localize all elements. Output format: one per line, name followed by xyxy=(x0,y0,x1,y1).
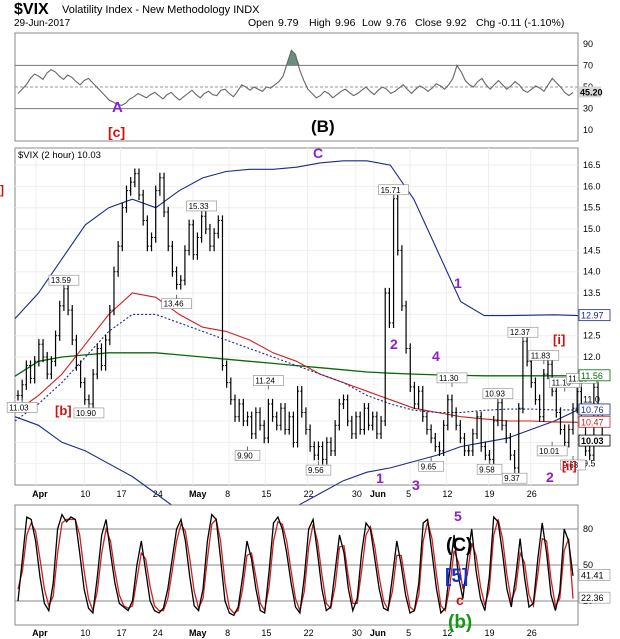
wave-label-stoch-5: 5 xyxy=(454,508,462,524)
price-tick-label: 15.0 xyxy=(583,224,601,234)
price-label: 9.65 xyxy=(421,462,437,471)
stochastic-x-tick-label: 15 xyxy=(261,628,271,638)
wave-label-1b: 1 xyxy=(454,275,462,291)
price-tick-label: 13.5 xyxy=(583,288,601,298)
stochastic-x-tick-label: 5 xyxy=(406,628,411,638)
wave-label-left-bracket: ] xyxy=(0,183,4,197)
price-label: 9.90 xyxy=(237,452,253,461)
vix-chart: 90 70 50 30 10 45.20 16.5 16.0 15.5 15.0 14.5 14.0 1… xyxy=(0,32,611,638)
stochastic-x-tick-label: Jun xyxy=(370,628,386,638)
price-label: 11.03 xyxy=(9,403,29,412)
stochastic-x-tick-label: 17 xyxy=(117,628,127,638)
price-label: 9.56 xyxy=(308,466,324,475)
price-x-tick-label: 26 xyxy=(527,489,537,499)
right-price-label: 10.03 xyxy=(581,436,604,446)
wave-label-2a: 2 xyxy=(390,336,398,352)
right-price-label: 10.47 xyxy=(581,417,604,427)
wave-label-4a: 4 xyxy=(432,348,440,364)
price-x-tick-label: Jun xyxy=(370,489,386,499)
price-x-tick-label: 12 xyxy=(442,489,452,499)
price-label: 11.83 xyxy=(531,351,551,360)
price-tick-label: 16.5 xyxy=(583,160,601,170)
price-label: 13.46 xyxy=(164,300,185,309)
price-tick-label: 15.5 xyxy=(583,203,601,213)
stochastic-x-tick-label: 8 xyxy=(225,628,230,638)
price-label: 11.24 xyxy=(255,376,275,385)
right-price-label: 12.97 xyxy=(581,311,604,321)
stochastic-x-tick-label: 24 xyxy=(153,628,163,638)
rsi-tick-label: 90 xyxy=(583,39,593,49)
price-label: 15.71 xyxy=(381,186,402,195)
stochastic-x-tick-label: Apr xyxy=(32,628,48,638)
rsi-tick-label: 10 xyxy=(583,125,593,135)
wave-label-stoch-b: (b) xyxy=(448,612,472,633)
wave-label-2b: 2 xyxy=(546,469,554,485)
price-panel-title: $VIX (2 hour) 10.03 xyxy=(18,150,101,161)
wave-label-stoch-5-bracket: [5] xyxy=(445,566,468,587)
price-x-tick-label: 5 xyxy=(406,489,411,499)
price-tick-label: 14.5 xyxy=(583,245,601,255)
rsi-tick-label: 30 xyxy=(583,104,593,114)
price-tick-label: 12.0 xyxy=(583,352,601,362)
price-tick-label: 16.0 xyxy=(583,181,601,191)
price-x-tick-label: 30 xyxy=(352,489,362,499)
wave-label-ii: [ii] xyxy=(562,459,577,473)
stochastic-x-tick-label: 30 xyxy=(352,628,362,638)
right-price-label: 10.76 xyxy=(581,405,604,415)
stochastic-x-tick-label: May xyxy=(189,628,207,638)
stochastic-tick-label: 80 xyxy=(583,524,593,534)
wave-label-c-bracket: [c] xyxy=(108,124,125,140)
rsi-tick-label: 70 xyxy=(583,60,593,70)
stochastic-tick-label: 50 xyxy=(583,560,593,570)
wave-label-stoch-c: c xyxy=(456,592,464,608)
price-x-tick-label: 19 xyxy=(485,489,495,499)
wave-label-C: C xyxy=(313,145,323,161)
price-label: 9.58 xyxy=(479,465,495,474)
rsi-last-label: 45.20 xyxy=(580,87,603,97)
price-x-tick-label: 8 xyxy=(225,489,230,499)
stochastic-x-tick-label: 22 xyxy=(304,628,314,638)
price-x-tick-label: 10 xyxy=(80,489,90,499)
wave-label-1a: 1 xyxy=(376,470,384,486)
wave-label-i: [i] xyxy=(553,332,565,347)
price-tick-label: 12.5 xyxy=(583,331,601,341)
price-label: 11.30 xyxy=(439,374,459,383)
price-label: 10.93 xyxy=(485,390,506,399)
wave-label-A: A xyxy=(112,99,123,116)
price-tick-label: 11.0 xyxy=(583,395,600,405)
price-x-tick-label: Apr xyxy=(32,489,48,499)
price-x-tick-label: 17 xyxy=(117,489,127,499)
price-label: 10.90 xyxy=(76,409,97,418)
price-x-tick-label: 15 xyxy=(261,489,271,499)
price-label: 15.33 xyxy=(189,202,210,211)
price-label: 10.01 xyxy=(539,447,560,456)
wave-label-stoch-C: (C) xyxy=(446,535,472,556)
wave-label-b-bracket: [b] xyxy=(55,403,72,418)
price-label: 12.37 xyxy=(510,328,531,337)
stochastic-last-label: 22.36 xyxy=(581,593,604,603)
stochastic-x-tick-label: 19 xyxy=(485,628,495,638)
wave-label-B: (B) xyxy=(311,117,335,136)
price-label: 13.59 xyxy=(51,276,72,285)
price-label: 9.37 xyxy=(504,474,520,483)
wave-label-3a: 3 xyxy=(412,477,420,493)
stochastic-x-tick-label: 10 xyxy=(80,628,90,638)
right-price-label: 11.56 xyxy=(581,371,603,381)
stochastic-last-label: 41.41 xyxy=(581,570,604,580)
price-tick-label: 14.0 xyxy=(583,267,601,277)
stochastic-x-tick-label: 26 xyxy=(527,628,537,638)
price-x-tick-label: May xyxy=(189,489,207,499)
